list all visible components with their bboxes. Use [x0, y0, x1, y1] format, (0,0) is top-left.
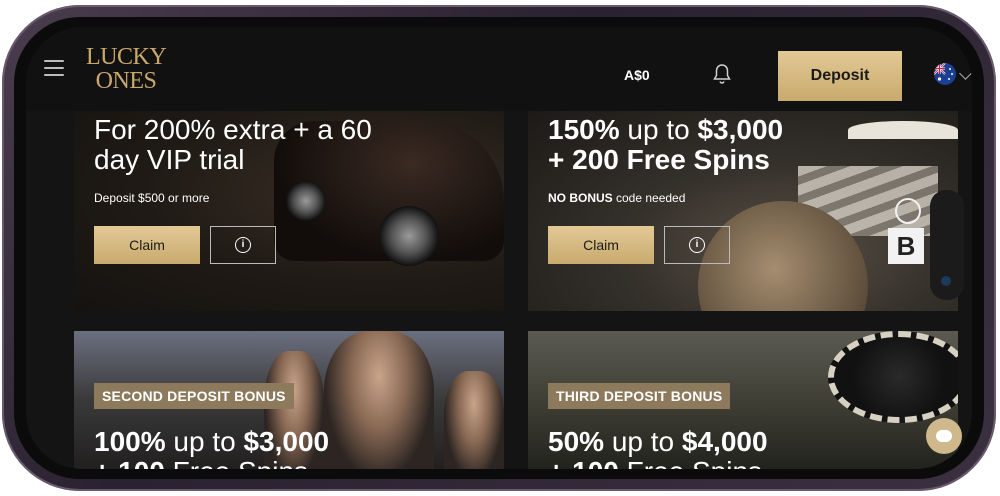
promo-card-second-deposit: SECOND DEPOSIT BONUS 100% up to $3,000 +…	[74, 331, 504, 469]
promo-title-text: up to	[165, 426, 244, 457]
deposit-button[interactable]: Deposit	[778, 51, 902, 101]
chat-bubble-icon	[936, 430, 952, 442]
person-image	[324, 331, 434, 469]
promo-title: 100% up to $3,000 + 100 Free Spins	[94, 427, 329, 470]
bonus-badge: SECOND DEPOSIT BONUS	[94, 383, 294, 409]
app-screen: LUCKY ONES A$0 Deposit For 200% extra + …	[26, 27, 972, 469]
balance-display[interactable]: A$0	[624, 67, 650, 83]
promo-card-third-deposit: THIRD DEPOSIT BONUS 50% up to $4,000 + 1…	[528, 331, 958, 469]
promo-free-spins-text: Free Spins	[619, 456, 762, 470]
car-wheel-image	[286, 181, 326, 221]
info-icon: i	[689, 237, 705, 253]
promo-subtitle-bold: NO BONUS	[548, 191, 613, 205]
casino-chip-image	[828, 331, 958, 423]
promo-title: 50% up to $4,000 + 100 Free Spins	[548, 427, 768, 470]
car-wheel-image	[379, 206, 439, 266]
info-button[interactable]: i	[664, 226, 730, 264]
promo-percent: 150%	[548, 114, 620, 145]
promo-title-line-2: day VIP trial	[94, 144, 245, 175]
promo-title: For 200% extra + a 60 day VIP trial	[94, 115, 372, 175]
menu-icon[interactable]	[44, 60, 64, 76]
promo-title-line-1: For 200% extra + a 60	[94, 114, 372, 145]
bell-icon[interactable]	[712, 63, 732, 85]
phone-frame: LUCKY ONES A$0 Deposit For 200% extra + …	[2, 5, 996, 491]
promo-subtitle: Deposit $500 or more	[94, 191, 210, 205]
info-icon: i	[235, 237, 251, 253]
promo-title-line-1: 150% up to $3,000	[548, 115, 783, 145]
promo-title-line-1: 100% up to $3,000	[94, 427, 329, 457]
promo-subtitle: NO BONUS code needed	[548, 191, 685, 205]
promo-title-text: up to	[604, 426, 682, 457]
promo-percent: 50%	[548, 426, 605, 457]
claim-button[interactable]: Claim	[94, 226, 200, 264]
promo-free-spins-text: Free Spins	[165, 456, 308, 470]
promo-title-line-2: + 100 Free Spins	[548, 456, 768, 470]
promo-title-line-2: + 200 Free Spins	[548, 145, 783, 175]
promo-free-spins: + 200 Free Spins	[548, 144, 770, 175]
promo-amount: $3,000	[243, 426, 330, 457]
promo-title-line-2: + 100 Free Spins	[94, 456, 329, 470]
promo-free-spins-count: + 100	[94, 456, 165, 470]
promo-percent: 100%	[94, 426, 166, 457]
lucky-ones-logo[interactable]: LUCKY ONES	[86, 44, 167, 94]
promo-subtitle-text: code needed	[612, 191, 686, 205]
promo-title-text: up to	[619, 114, 698, 145]
promo-title: 150% up to $3,000 + 200 Free Spins	[548, 115, 783, 175]
apple-icon[interactable]	[895, 198, 921, 224]
b-extension-icon[interactable]: B	[888, 228, 924, 264]
chat-icon[interactable]	[926, 418, 962, 454]
promo-title-line-1: 50% up to $4,000	[548, 427, 768, 457]
promo-amount: $4,000	[681, 426, 768, 457]
chevron-down-icon[interactable]	[959, 67, 972, 80]
promo-free-spins-count: + 100	[548, 456, 619, 470]
info-button[interactable]: i	[210, 226, 276, 264]
logo-line-2: ONES	[95, 68, 157, 94]
beach-umbrella-image	[848, 121, 958, 139]
bonus-badge: THIRD DEPOSIT BONUS	[548, 383, 731, 409]
promo-card-first-deposit: 150% up to $3,000 + 200 Free Spins NO BO…	[528, 111, 958, 311]
promo-amount: $3,000	[697, 114, 784, 145]
australia-flag-icon[interactable]	[934, 63, 956, 85]
person-image	[444, 371, 504, 469]
top-navigation-bar: LUCKY ONES A$0 Deposit	[26, 27, 972, 111]
phone-bezel: LUCKY ONES A$0 Deposit For 200% extra + …	[14, 17, 984, 479]
camera-icon	[941, 276, 951, 286]
claim-button[interactable]: Claim	[548, 226, 654, 264]
promo-card-vip-trial: For 200% extra + a 60 day VIP trial Depo…	[74, 111, 504, 311]
logo-line-1: LUCKY	[86, 44, 167, 70]
